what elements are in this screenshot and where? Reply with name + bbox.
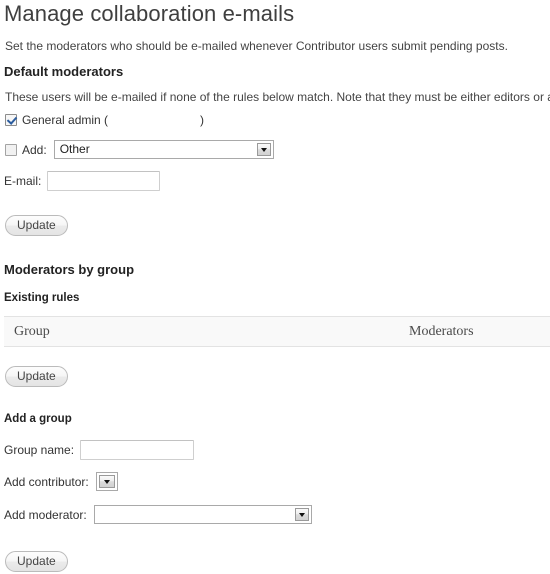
add-moderator-checkbox[interactable]	[5, 143, 17, 156]
add-moderator-label: Add:	[22, 142, 47, 157]
add-contributor-label: Add contributor:	[4, 474, 89, 489]
page-intro-text: Set the moderators who should be e-maile…	[5, 39, 508, 53]
add-moderator-select[interactable]: Other	[53, 140, 274, 159]
chevron-down-icon[interactable]	[256, 143, 271, 156]
add-moderator-group-row: Add moderator:	[4, 505, 312, 524]
add-moderator-select-value: Other	[59, 142, 90, 156]
section-heading-moderators-by-group: Moderators by group	[4, 262, 135, 277]
general-admin-label-close: )	[200, 113, 205, 127]
update-rules-button[interactable]: Update	[5, 366, 68, 387]
manage-collaboration-emails-page: Manage collaboration e-mails Set the mod…	[0, 0, 550, 574]
group-name-label: Group name:	[4, 443, 75, 457]
email-row: E-mail:	[4, 171, 161, 191]
email-label: E-mail:	[4, 174, 42, 188]
subheading-existing-rules: Existing rules	[4, 292, 80, 304]
default-moderators-description: These users will be e-mailed if none of …	[5, 90, 550, 104]
update-default-moderators-button[interactable]: Update	[5, 215, 68, 236]
column-header-group: Group	[4, 316, 399, 347]
page-title: Manage collaboration e-mails	[4, 1, 295, 26]
chevron-down-icon[interactable]	[98, 475, 115, 488]
add-moderator-group-select[interactable]	[93, 505, 312, 524]
section-heading-default-moderators: Default moderators	[4, 64, 124, 79]
general-admin-checkbox[interactable]	[5, 114, 17, 126]
email-input[interactable]	[47, 171, 161, 191]
add-moderator-group-label: Add moderator:	[4, 507, 87, 522]
general-admin-label: General admin (	[22, 113, 109, 127]
group-name-row: Group name:	[4, 440, 195, 460]
table-header-row: Group Moderators	[4, 316, 550, 347]
add-moderator-row: Add: Other	[4, 140, 274, 159]
group-name-input[interactable]	[80, 440, 195, 460]
chevron-down-icon[interactable]	[294, 508, 309, 521]
subheading-add-a-group: Add a group	[4, 413, 72, 425]
existing-rules-table: Group Moderators	[4, 316, 550, 347]
add-contributor-select[interactable]	[95, 472, 118, 491]
general-admin-row: General admin ( )	[4, 113, 204, 127]
add-contributor-row: Add contributor:	[4, 472, 118, 491]
update-add-group-button[interactable]: Update	[5, 551, 68, 572]
column-header-moderators: Moderators	[399, 316, 550, 347]
